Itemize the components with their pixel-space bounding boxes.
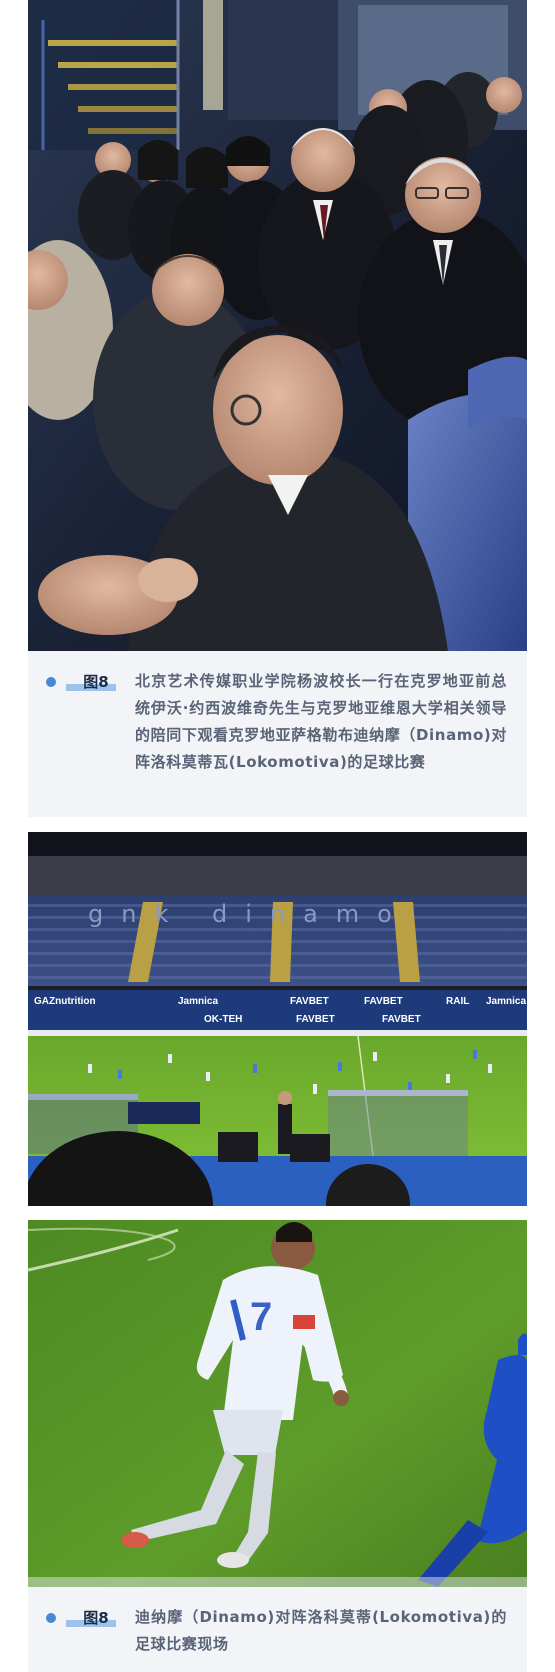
player-photo: 7 <box>28 1220 527 1587</box>
figure-tag: 图8 <box>46 1607 116 1629</box>
ad-board: OK-TEH <box>204 1014 242 1025</box>
caption-text: 北京艺术传媒职业学院杨波校长一行在克罗地亚前总统伊沃·约西波维奇先生与克罗地亚维… <box>135 672 507 771</box>
ad-board: FAVBET <box>290 996 329 1007</box>
figure-caption: 图8 北京艺术传媒职业学院杨波校长一行在克罗地亚前总统伊沃·约西波维奇先生与克罗… <box>28 651 527 817</box>
caption-text: 迪纳摩（Dinamo)对阵洛科莫蒂(Lokomotiva)的足球比赛现场 <box>135 1608 507 1653</box>
spectators-photo <box>28 0 527 651</box>
ad-board: FAVBET <box>382 1014 421 1025</box>
ad-board: RAIL <box>446 996 469 1007</box>
figure-tag: 图8 <box>46 671 116 693</box>
stadium-stairs <box>28 0 180 150</box>
ad-board: GAZnutrition <box>34 996 96 1007</box>
ad-board: FAVBET <box>296 1014 335 1025</box>
ad-board: Jamnica <box>178 996 218 1007</box>
figure-number: 图8 <box>83 673 109 691</box>
figure-number: 图8 <box>83 1609 109 1627</box>
figure-caption: 图8 迪纳摩（Dinamo)对阵洛科莫蒂(Lokomotiva)的足球比赛现场 <box>28 1587 527 1672</box>
ad-board: FAVBET <box>364 996 403 1007</box>
svg-text:7: 7 <box>250 1295 272 1339</box>
ad-board: Jamnica <box>486 996 526 1007</box>
stadium-photo: gnk dinamo GAZnutrition Jamnica FAVBET F… <box>28 832 527 1206</box>
stand-lettering: gnk dinamo <box>88 900 410 928</box>
